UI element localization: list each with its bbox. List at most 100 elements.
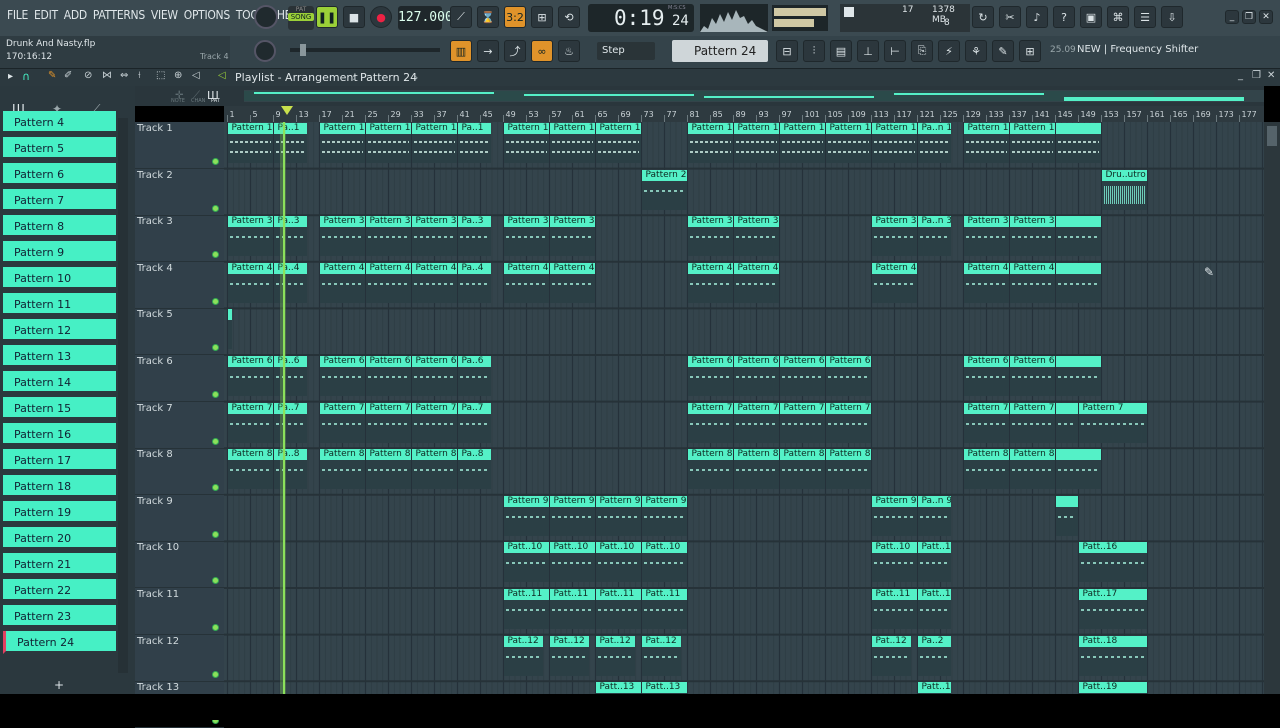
playlist-clip[interactable]: Pattern 7 [1078, 402, 1147, 443]
song-overview[interactable] [244, 88, 1264, 104]
track-enable-led[interactable] [212, 158, 219, 165]
playlist-clip[interactable]: Pattern 4 [365, 262, 411, 303]
midi-button[interactable]: ✎ [992, 40, 1014, 62]
track-header[interactable]: Track 9 [135, 495, 224, 542]
playlist-clip[interactable]: Pa..n 3 [917, 216, 951, 257]
playlist-clip[interactable]: Pattern 7 [365, 402, 411, 443]
playlist-clip[interactable]: Pattern 1 [687, 123, 733, 163]
playlist-clip[interactable]: Patt..19 [1078, 682, 1147, 694]
browser-button[interactable]: ⎘ [911, 40, 933, 62]
blend-notes-button[interactable]: ⊞ [531, 6, 553, 28]
playlist-clip[interactable]: Pattern 8 [733, 449, 779, 490]
playlist-clip[interactable]: Pa..1 [273, 123, 307, 163]
playlist-clip[interactable]: Pattern 9 [549, 495, 595, 536]
playlist-clip[interactable]: Pattern 6 [733, 356, 779, 396]
playlist-clip[interactable]: Pattern 4 [503, 262, 549, 303]
master-volume-knob[interactable] [254, 5, 278, 29]
slice-tool-icon[interactable]: ⟊ [138, 70, 141, 81]
save-button[interactable]: ▣ [1080, 6, 1102, 28]
countdown-button[interactable]: 3:2 [504, 6, 526, 28]
playlist-clip[interactable]: Pattern 9 [641, 495, 687, 536]
track-enable-led[interactable] [212, 484, 219, 492]
playlist-clip[interactable]: Pattern 3 [503, 216, 549, 257]
playlist-menu-arrow-icon[interactable]: ▸ [8, 71, 13, 82]
pattern-list-item[interactable]: Pattern 20 [3, 527, 116, 550]
playlist-clip[interactable]: Pattern 8 [779, 449, 825, 490]
menu-item-add[interactable]: ADD [61, 8, 90, 22]
shop-button[interactable]: ⊞ [1019, 40, 1041, 62]
playlist-clip[interactable]: Pattern 6 [687, 356, 733, 396]
restore-button[interactable]: ❐ [1242, 10, 1256, 24]
playback-tool-icon[interactable]: ◁ [192, 70, 200, 81]
playlist-clip[interactable]: Pattern 3 [733, 216, 779, 257]
track-header[interactable]: Track 4 [135, 262, 224, 309]
pattern-list-item[interactable]: Pattern 17 [3, 449, 116, 472]
track-enable-led[interactable] [212, 204, 219, 212]
playlist-clip[interactable]: Pattern 3 [871, 216, 917, 257]
mute-tool-icon[interactable]: ⋈ [102, 70, 112, 81]
track-header[interactable]: Track 12 [135, 635, 224, 682]
picker-scrollbar[interactable] [118, 118, 128, 673]
master-pitch-knob[interactable] [254, 40, 276, 62]
menu-item-patterns[interactable]: PATTERNS [90, 8, 148, 22]
plugin-button[interactable]: ⌘ [1107, 6, 1129, 28]
playlist-clip[interactable]: Patt..11 [641, 589, 687, 629]
playlist-clip[interactable] [1055, 262, 1101, 303]
playlist-clip[interactable]: Pattern 8 [963, 449, 1009, 490]
playlist-clip[interactable]: Pattern 1 [825, 123, 871, 163]
playlist-clip[interactable]: Patt..10 [549, 542, 595, 583]
playlist-clip[interactable]: Pattern 6 [825, 356, 871, 396]
playlist-clip[interactable]: Pattern 4 [319, 262, 365, 303]
step-sequencer-button[interactable]: ⫶ [803, 40, 825, 62]
playlist-clip[interactable]: Pattern 2 [641, 169, 687, 210]
playlist-clip[interactable]: Pattern 3 [963, 216, 1009, 257]
track-enable-led[interactable] [212, 437, 219, 445]
playlist-clip[interactable]: Pa..7 [457, 402, 491, 443]
playlist-clip[interactable]: Pattern 1 [503, 123, 549, 163]
playlist-clip[interactable]: Pattern 8 [411, 449, 457, 490]
add-pattern-icon[interactable]: + [54, 678, 64, 692]
playlist-clip[interactable]: Pattern 3 [227, 216, 273, 257]
playlist-clip[interactable]: Pa..3 [273, 216, 307, 257]
playlist-clip[interactable]: Pattern 4 [733, 262, 779, 303]
playlist-clip[interactable]: Pattern 7 [319, 402, 365, 443]
minimize-button[interactable]: _ [1225, 10, 1239, 24]
track-enable-led[interactable] [212, 624, 219, 631]
playlist-clip[interactable]: Pat..12 [549, 635, 589, 676]
playlist-clip[interactable]: Pattern 1 [1009, 123, 1055, 163]
metronome-button[interactable]: ⟋ [450, 6, 472, 28]
playlist-clip[interactable]: Pattern 3 [319, 216, 365, 257]
playlist-clip[interactable]: Pattern 4 [1009, 262, 1055, 303]
playlist-clip[interactable]: Pattern 9 [503, 495, 549, 536]
playlist-clip[interactable]: Pattern 7 [411, 402, 457, 443]
playlist-minimize-icon[interactable]: _ [1238, 70, 1243, 81]
playlist-clip[interactable]: Pattern 7 [1009, 402, 1055, 443]
playlist-clip[interactable]: Pattern 4 [871, 262, 917, 303]
help-button[interactable]: ? [1053, 6, 1075, 28]
pattern-list-item[interactable]: Pattern 22 [3, 579, 116, 602]
magnet-icon[interactable]: ∩ [22, 70, 30, 83]
track-header[interactable]: Track 7 [135, 402, 224, 449]
loop-record-button[interactable]: ⟲ [558, 6, 580, 28]
track-header[interactable]: Track 2 [135, 169, 224, 216]
pattern-list-item[interactable]: Pattern 15 [3, 397, 116, 420]
chat-button[interactable]: ☰ [1134, 6, 1156, 28]
menu-item-file[interactable]: FILE [4, 8, 31, 22]
playlist-clip[interactable]: Patt..13 [917, 682, 951, 694]
stamp-button[interactable]: ♨ [558, 40, 580, 62]
playlist-clip[interactable]: Pa..1 [457, 123, 491, 163]
playlist-clip[interactable]: Pattern 7 [963, 402, 1009, 443]
record-button[interactable]: ● [370, 6, 392, 28]
playlist-clip[interactable]: Pa..3 [457, 216, 491, 257]
playlist-close-icon[interactable]: ✕ [1267, 70, 1275, 81]
playlist-clip[interactable] [1055, 123, 1101, 163]
song-position-slider[interactable] [290, 44, 440, 56]
playlist-clip[interactable]: Pattern 1 [227, 123, 273, 163]
select-tool-icon[interactable]: ⬚ [156, 70, 165, 81]
mixer-button[interactable]: ⊥ [857, 40, 879, 62]
menu-item-edit[interactable]: EDIT [31, 8, 61, 22]
pattern-list-item[interactable]: Pattern 11 [3, 293, 116, 316]
playlist-clip[interactable]: Pattern 1 [549, 123, 595, 163]
playlist-clip[interactable]: Pattern 1 [871, 123, 917, 163]
zoom-tool-icon[interactable]: ⊕ [174, 70, 182, 81]
